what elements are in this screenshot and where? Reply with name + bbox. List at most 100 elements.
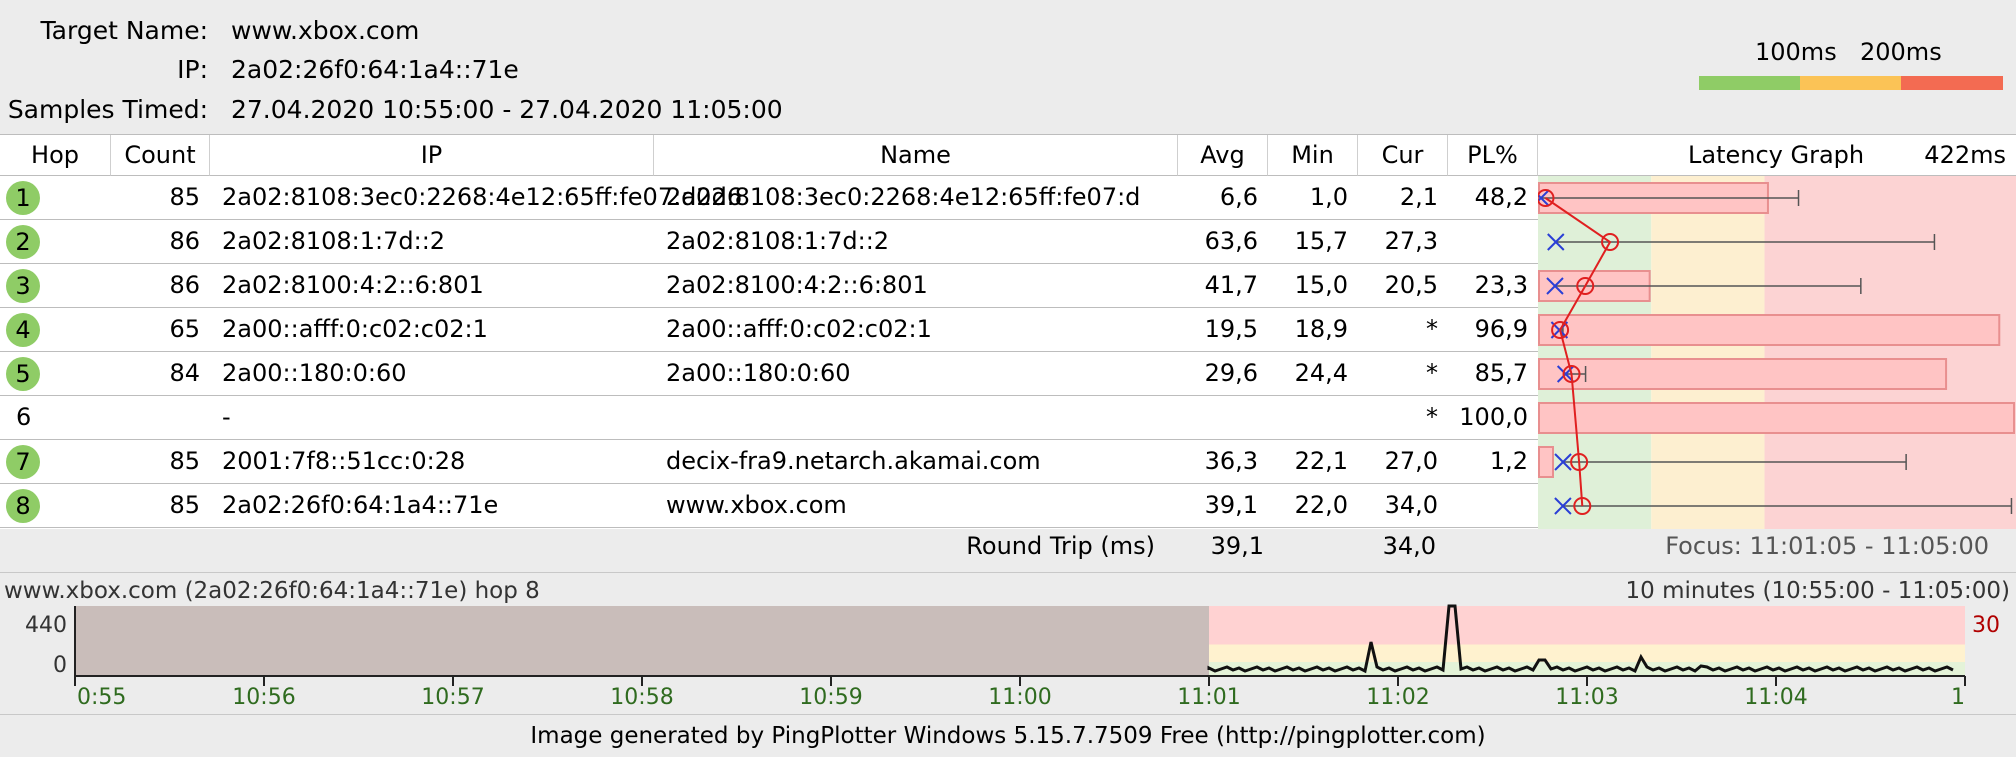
column-header-cur[interactable]: Cur [1358, 135, 1448, 176]
hop-name: 2a00::afff:0:c02:c02:1 [666, 315, 932, 343]
hop-avg: 63,6 [1204, 227, 1258, 255]
hop-avg: 39,1 [1204, 491, 1258, 519]
hop-avg: 29,6 [1204, 359, 1258, 387]
hop-min: 1,0 [1309, 183, 1348, 211]
hop-avg: 6,6 [1219, 183, 1258, 211]
timegraph-x-label: 11:03 [1555, 685, 1618, 710]
timegraph-zone-red [1209, 606, 1965, 645]
hop-number: 4 [6, 313, 40, 347]
hop-ip: 2a00::180:0:60 [222, 359, 407, 387]
timegraph-x-label: 0:55 [77, 685, 126, 710]
samples-label: Samples Timed: [7, 95, 208, 124]
table-row[interactable]: 5 84 2a00::180:0:60 2a00::180:0:60 29,6 24,4 *… [0, 352, 1538, 396]
packet-loss-bar [1538, 446, 1554, 478]
hop-avg: 36,3 [1204, 447, 1258, 475]
table-row[interactable]: 3 86 2a02:8100:4:2::6:801 2a02:8100:4:2::6:… [0, 264, 1538, 308]
column-header-count[interactable]: Count [111, 135, 210, 176]
hop-ip: 2001:7f8::51cc:0:28 [222, 447, 466, 475]
timegraph[interactable]: 440 0 30 0:55 10:56 10:57 10:58 10:59 11:00 11:01… [0, 600, 2016, 716]
column-header-ip[interactable]: IP [210, 135, 654, 176]
hop-ip: 2a02:8100:4:2::6:801 [222, 271, 484, 299]
timegraph-right-label: 30 [1972, 613, 2000, 638]
round-trip-avg: 39,1 [1210, 532, 1264, 560]
scale-label-200: 200ms [1860, 38, 1942, 66]
timegraph-x-label: 10:58 [610, 685, 673, 710]
timegraph-x-label: 10:57 [421, 685, 484, 710]
hop-name: 2a02:8108:1:7d::2 [666, 227, 890, 255]
timegraph-x-label: 11:02 [1366, 685, 1429, 710]
hop-cur: * [1426, 359, 1438, 387]
column-header-hop[interactable]: Hop [0, 135, 111, 176]
timegraph-x-label: 10:56 [232, 685, 295, 710]
column-header-name[interactable]: Name [654, 135, 1178, 176]
graph-zone-red [1764, 176, 2016, 529]
hop-count: 85 [169, 183, 200, 211]
hop-name: 2a02:8100:4:2::6:801 [666, 271, 928, 299]
timegraph-unfocused-area [75, 606, 1209, 676]
hop-avg: 41,7 [1204, 271, 1258, 299]
table-row[interactable]: 8 85 2a02:26f0:64:1a4::71e www.xbox.com 39,1… [0, 484, 1538, 528]
hop-number: 3 [6, 269, 40, 303]
hop-number: 2 [6, 225, 40, 259]
hop-ip: 2a00::afff:0:c02:c02:1 [222, 315, 488, 343]
timegraph-x-label: 11:04 [1744, 685, 1807, 710]
hop-number: 7 [6, 445, 40, 479]
hop-name: www.xbox.com [666, 491, 847, 519]
hop-name: decix-fra9.netarch.akamai.com [666, 447, 1041, 475]
table-row[interactable]: 4 65 2a00::afff:0:c02:c02:1 2a00::afff:0:c0… [0, 308, 1538, 352]
hop-min: 22,1 [1294, 447, 1348, 475]
hop-name: 2a00::180:0:60 [666, 359, 851, 387]
scale-segment-green [1699, 76, 1800, 90]
packet-loss-bar [1538, 402, 2015, 434]
hop-ip: 2a02:26f0:64:1a4::71e [222, 491, 499, 519]
hop-count: 86 [169, 271, 200, 299]
hop-ip: - [222, 403, 231, 431]
hop-packet-loss: 85,7 [1474, 359, 1528, 387]
hop-cur: * [1426, 315, 1438, 343]
hop-packet-loss: 96,9 [1474, 315, 1528, 343]
hop-name: 2a02:8108:3ec0:2268:4e12:65ff:fe07:d [666, 183, 1141, 211]
hop-cur: 27,3 [1384, 227, 1438, 255]
hop-min: 22,0 [1294, 491, 1348, 519]
column-header-latency-graph[interactable]: Latency Graph 422ms [1538, 135, 2016, 176]
hop-ip: 2a02:8108:1:7d::2 [222, 227, 446, 255]
hop-cur: 34,0 [1384, 491, 1438, 519]
hop-count [111, 396, 200, 439]
round-trip-cur: 34,0 [1382, 532, 1436, 560]
table-row[interactable]: 6 - * 100,0 [0, 396, 1538, 440]
hop-avg [1178, 396, 1258, 439]
packet-loss-bar [1538, 358, 1948, 390]
hop-number: 1 [6, 181, 40, 215]
hop-min [1268, 396, 1348, 439]
hop-number: 5 [6, 357, 40, 391]
samples-value: 27.04.2020 10:55:00 - 27.04.2020 11:05:0… [231, 95, 783, 124]
column-header-pl[interactable]: PL% [1448, 135, 1538, 176]
table-row[interactable]: 2 86 2a02:8108:1:7d::2 2a02:8108:1:7d::2 63,… [0, 220, 1538, 264]
hop-packet-loss [1448, 220, 1528, 263]
trace-table: Hop Count IP Name Avg Min Cur PL% Latenc… [0, 134, 2016, 529]
hop-number: 6 [16, 403, 32, 431]
hop-min: 15,0 [1294, 271, 1348, 299]
timegraph-x-label: 10:59 [799, 685, 862, 710]
target-name-value: www.xbox.com [231, 16, 420, 45]
target-name-label: Target Name: [40, 16, 208, 45]
column-header-avg[interactable]: Avg [1178, 135, 1268, 176]
hop-packet-loss: 48,2 [1474, 183, 1528, 211]
hop-cur: 20,5 [1384, 271, 1438, 299]
latency-graph-max: 422ms [1924, 141, 2006, 169]
hop-ip: 2a02:8108:3ec0:2268:4e12:65ff:fe07:d2d6 [222, 183, 743, 211]
table-row[interactable]: 1 85 2a02:8108:3ec0:2268:4e12:65ff:fe07:d2… [0, 176, 1538, 220]
hop-count: 65 [169, 315, 200, 343]
column-header-min[interactable]: Min [1268, 135, 1358, 176]
ip-value: 2a02:26f0:64:1a4::71e [231, 55, 519, 84]
latency-graph [1538, 176, 2016, 529]
graph-zone-yellow [1651, 176, 1765, 529]
timegraph-y-label-top: 440 [25, 613, 67, 638]
hop-count: 84 [169, 359, 200, 387]
table-row[interactable]: 7 85 2001:7f8::51cc:0:28 decix-fra9.netarch… [0, 440, 1538, 484]
round-trip-label: Round Trip (ms) [966, 532, 1155, 560]
timegraph-y-label-bottom: 0 [53, 653, 67, 678]
hop-packet-loss: 100,0 [1459, 403, 1528, 431]
hop-min: 15,7 [1294, 227, 1348, 255]
hop-min: 24,4 [1294, 359, 1348, 387]
